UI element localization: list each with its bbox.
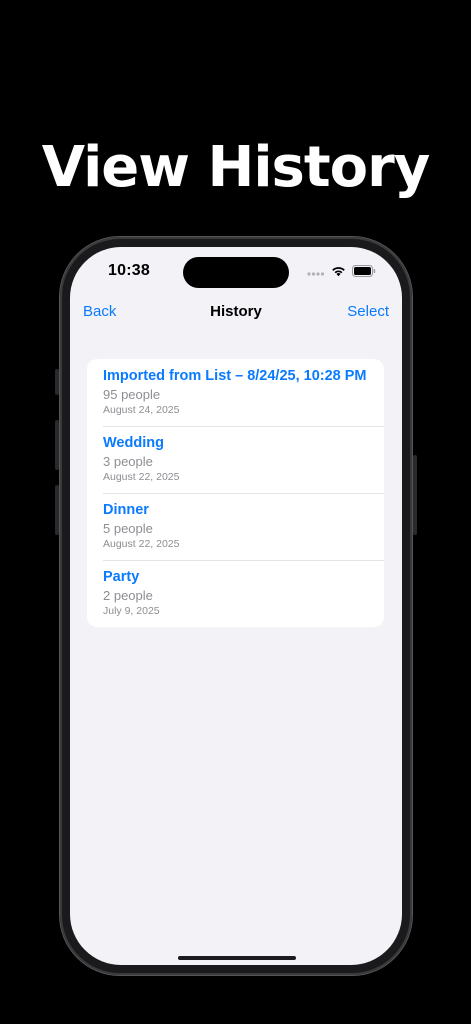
dynamic-island [183, 257, 289, 288]
history-date: August 22, 2025 [103, 471, 180, 483]
navigation-bar: Back History Select [70, 303, 402, 327]
history-count: 3 people [103, 454, 153, 469]
history-row[interactable]: Wedding 3 people August 22, 2025 [87, 426, 384, 493]
select-button[interactable]: Select [347, 303, 389, 320]
back-button[interactable]: Back [83, 303, 116, 320]
status-icons [307, 264, 376, 282]
home-indicator[interactable] [178, 956, 296, 960]
phone-frame: 10:38 Back History Select Imported from … [55, 237, 417, 975]
promo-headline: View History [41, 135, 431, 200]
history-title: Party [103, 569, 140, 585]
history-title: Imported from List – 8/24/25, 10:28 PM [103, 368, 367, 384]
history-list: Imported from List – 8/24/25, 10:28 PM 9… [87, 359, 384, 627]
history-date: August 22, 2025 [103, 538, 180, 550]
history-row[interactable]: Party 2 people July 9, 2025 [87, 560, 384, 627]
wifi-icon [331, 264, 346, 282]
volume-down-button [55, 485, 59, 535]
volume-up-button [55, 420, 59, 470]
action-button [55, 369, 59, 395]
history-title: Dinner [103, 502, 149, 518]
history-date: August 24, 2025 [103, 404, 180, 416]
history-row[interactable]: Imported from List – 8/24/25, 10:28 PM 9… [87, 359, 384, 426]
power-button [413, 455, 417, 535]
history-count: 2 people [103, 588, 153, 603]
app-store-screenshot: View History 10:38 Back History Select I… [0, 0, 471, 1024]
status-time: 10:38 [108, 262, 150, 279]
history-date: July 9, 2025 [103, 605, 160, 617]
battery-icon [352, 264, 376, 282]
signal-dots-icon [307, 264, 325, 282]
history-count: 95 people [103, 387, 161, 402]
history-row[interactable]: Dinner 5 people August 22, 2025 [87, 493, 384, 560]
history-title: Wedding [103, 435, 164, 451]
phone-screen: 10:38 Back History Select Imported from … [70, 247, 402, 965]
history-count: 5 people [103, 521, 153, 536]
